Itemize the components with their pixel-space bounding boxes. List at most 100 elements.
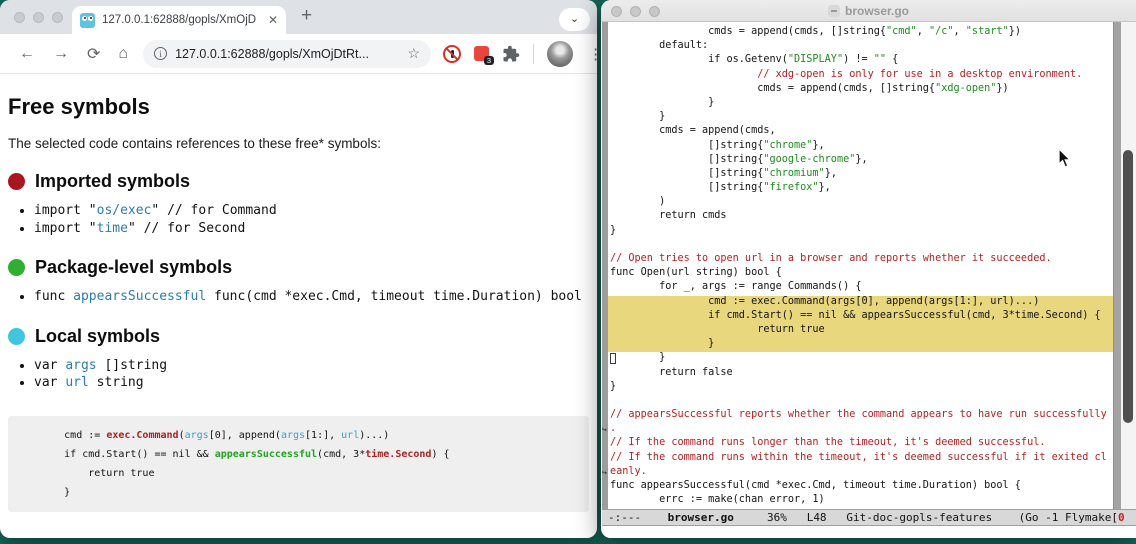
code-text: var — [34, 358, 65, 373]
code-text: // If the command runs within the timeou… — [610, 452, 1107, 463]
reload-icon[interactable]: ⟳ — [87, 44, 100, 64]
code-text: time.Second — [365, 449, 431, 460]
symbol-list: var args []stringvar url string — [8, 357, 589, 392]
code-line: cmds = append(cmds, []string{"xdg-open"}… — [610, 83, 1113, 97]
code-text: " // for Command — [151, 203, 276, 218]
code-text: return false — [610, 367, 733, 378]
home-icon[interactable]: ⌂ — [118, 45, 128, 63]
emacs-title-text: browser.go — [845, 4, 909, 18]
document-proxy-icon — [828, 5, 840, 17]
code-line: []string{"chromium"}, — [610, 168, 1113, 182]
page-title: Free symbols — [8, 94, 589, 120]
code-text — [610, 69, 757, 80]
code-text: for _, args := range Commands() { — [610, 281, 861, 292]
highlighted-code-line: } — [608, 338, 1122, 352]
browser-toolbar: ← → ⟳ ⌂ i 127.0.0.1:62888/gopls/XmOjDtRt… — [0, 34, 597, 74]
tab-search-button[interactable]: ⌄ — [559, 8, 590, 31]
code-line: func Open(url string) bool { — [610, 267, 1113, 281]
forward-icon[interactable]: → — [53, 45, 69, 63]
section-title: Imported symbols — [35, 171, 190, 192]
highlighted-code-line: return true — [608, 324, 1122, 338]
symbol-link[interactable]: appearsSuccessful — [73, 289, 206, 304]
code-line: } — [16, 483, 581, 502]
code-line: eanly.↪ — [610, 466, 1113, 480]
adblock-extension-icon[interactable]: 3 — [474, 46, 489, 61]
modeline-prefix: -:--- — [608, 511, 668, 524]
address-bar[interactable]: i 127.0.0.1:62888/gopls/XmOjDtRt... ☆ — [143, 40, 431, 68]
extensions-puzzle-icon[interactable] — [502, 45, 520, 63]
code-text: []string{ — [610, 154, 763, 165]
symbol-link[interactable]: args — [65, 358, 96, 373]
code-text: []string{ — [610, 182, 763, 193]
emacs-title-bar[interactable]: browser.go — [601, 0, 1136, 22]
list-item: var url string — [34, 374, 589, 392]
code-text: func — [34, 289, 73, 304]
tab-close-icon[interactable]: ✕ — [268, 13, 278, 27]
new-tab-button[interactable]: + — [301, 5, 312, 27]
window-controls[interactable] — [14, 12, 63, 23]
code-text: var — [34, 375, 65, 390]
code-text: // xdg-open is only for use in a desktop… — [757, 69, 1082, 80]
code-text: "/c" — [929, 26, 954, 37]
code-text: if cmd.Start() == nil && appearsSuccessf… — [610, 310, 1101, 321]
code-text: "DISPLAY" — [788, 54, 843, 65]
code-buffer[interactable]: cmds = append(cmds, []string{"cmd", "/c"… — [610, 26, 1113, 508]
code-text: } — [610, 97, 714, 108]
close-window-button[interactable] — [14, 12, 25, 23]
modeline-flymake-count: 0 — [1118, 511, 1125, 524]
code-text: []string{ — [610, 140, 763, 151]
code-text: cmd := exec.Command(args[0], append(args… — [610, 296, 1039, 307]
code-line: cmd := exec.Command(args[0], append(args… — [16, 426, 581, 445]
section-dot-icon — [8, 173, 25, 190]
section-title: Local symbols — [35, 326, 160, 347]
symbol-link[interactable]: time — [97, 221, 128, 236]
mouse-cursor — [1058, 148, 1073, 169]
left-scrollbar-track[interactable] — [602, 22, 608, 509]
symbol-link[interactable]: url — [65, 375, 88, 390]
echo-area — [602, 526, 1136, 538]
tracker-blocker-extension-icon[interactable] — [443, 45, 461, 63]
code-text: } — [610, 352, 665, 363]
symbol-link[interactable]: os/exec — [97, 203, 152, 218]
site-info-icon[interactable]: i — [154, 47, 167, 60]
code-text: ) { — [431, 449, 449, 460]
bookmark-star-icon[interactable]: ☆ — [408, 45, 421, 62]
code-line: cmds = append(cmds, — [610, 125, 1113, 139]
code-text: } — [16, 487, 70, 498]
code-text: func Open(url string) bool { — [610, 267, 782, 278]
code-line: return true — [16, 464, 581, 483]
browser-tab[interactable]: 127.0.0.1:62888/gopls/XmOjD ✕ — [72, 6, 286, 34]
code-text: }, — [819, 182, 831, 193]
code-line: // If the command runs within the timeou… — [610, 452, 1113, 466]
back-icon[interactable]: ← — [19, 45, 35, 63]
code-text: }, — [855, 154, 867, 165]
code-text: func appearsSuccessful(cmd *exec.Cmd, ti… — [610, 480, 1021, 491]
code-line: if os.Getenv("DISPLAY") != "" { — [610, 54, 1113, 68]
zoom-window-button[interactable] — [52, 12, 63, 23]
gopls-favicon — [80, 13, 95, 28]
code-text: if cmd.Start() == nil && — [16, 449, 215, 460]
code-text: } — [610, 381, 616, 392]
code-text: url — [341, 430, 359, 441]
code-line: []string{"google-chrome"}, — [610, 154, 1113, 168]
code-text: , — [954, 26, 966, 37]
emacs-window: browser.go cmds = append(cmds, []string{… — [601, 0, 1136, 538]
code-text: . — [610, 423, 616, 434]
minimize-window-button[interactable] — [33, 12, 44, 23]
code-line: return cmds — [610, 210, 1113, 224]
code-text: return true — [16, 468, 154, 479]
extension-badge: 3 — [484, 56, 494, 66]
code-line — [610, 239, 1113, 253]
list-item: import "os/exec" // for Command — [34, 202, 589, 220]
scrollbar-thumb[interactable] — [1123, 150, 1133, 423]
code-text: errc := make(chan error, 1) — [610, 494, 825, 505]
code-text: } — [610, 225, 616, 236]
chrome-menu-icon[interactable]: ⋮ — [588, 45, 597, 63]
url-text[interactable]: 127.0.0.1:62888/gopls/XmOjDtRt... — [175, 47, 401, 61]
symbol-sections: Imported symbols import "os/exec" // for … — [0, 171, 597, 392]
profile-avatar[interactable] — [547, 41, 573, 67]
right-divider-track — [1113, 22, 1121, 509]
code-line: []string{"chrome"}, — [610, 140, 1113, 154]
list-item: func appearsSuccessful func(cmd *exec.Cm… — [34, 288, 589, 306]
page-content: Free symbols The selected code contains … — [0, 94, 597, 512]
